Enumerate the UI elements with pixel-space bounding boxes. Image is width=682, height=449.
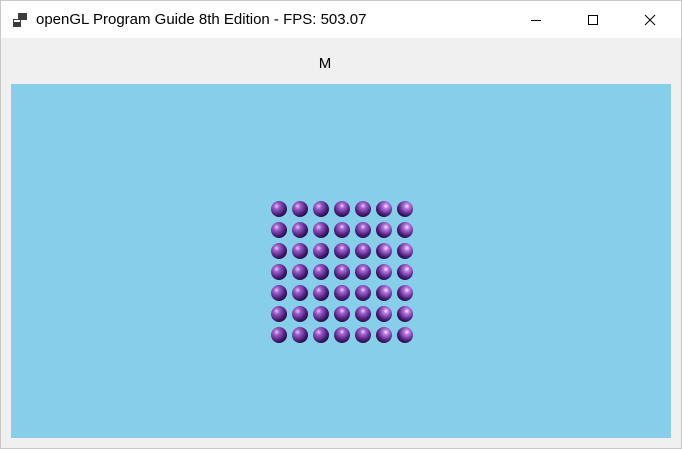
sphere [271, 306, 287, 322]
title-bar[interactable]: openGL Program Guide 8th Edition - FPS: … [1, 1, 681, 38]
sphere [271, 222, 287, 238]
sphere [292, 201, 308, 217]
close-button[interactable] [627, 1, 673, 38]
sphere [313, 264, 329, 280]
sphere [313, 327, 329, 343]
sphere [376, 264, 392, 280]
sphere [292, 285, 308, 301]
sphere [292, 222, 308, 238]
sphere [313, 285, 329, 301]
sphere [355, 327, 371, 343]
sphere [376, 306, 392, 322]
sphere [376, 222, 392, 238]
toolbar-label[interactable]: M [310, 54, 340, 74]
window-title: openGL Program Guide 8th Edition - FPS: … [36, 11, 367, 28]
sphere [376, 327, 392, 343]
sphere [334, 306, 350, 322]
maximize-icon [588, 14, 598, 25]
sphere [271, 327, 287, 343]
sphere [292, 327, 308, 343]
sphere [313, 222, 329, 238]
sphere [292, 264, 308, 280]
app-window: openGL Program Guide 8th Edition - FPS: … [0, 0, 682, 449]
sphere [334, 201, 350, 217]
sphere [334, 264, 350, 280]
sphere [271, 243, 287, 259]
sphere [355, 243, 371, 259]
opengl-viewport[interactable] [11, 84, 671, 438]
sphere [355, 201, 371, 217]
sphere [397, 306, 413, 322]
sphere [313, 243, 329, 259]
app-window-icon [13, 13, 27, 27]
maximize-button[interactable] [570, 1, 616, 38]
sphere [334, 243, 350, 259]
sphere [334, 327, 350, 343]
minimize-button[interactable] [513, 1, 559, 38]
sphere [397, 222, 413, 238]
sphere [397, 201, 413, 217]
sphere [397, 243, 413, 259]
sphere [271, 285, 287, 301]
sphere-grid [271, 201, 413, 343]
sphere [397, 327, 413, 343]
sphere [355, 222, 371, 238]
sphere [376, 201, 392, 217]
sphere [334, 222, 350, 238]
sphere [292, 306, 308, 322]
sphere [355, 264, 371, 280]
sphere [355, 306, 371, 322]
sphere [313, 306, 329, 322]
sphere [376, 243, 392, 259]
sphere [292, 243, 308, 259]
sphere [397, 264, 413, 280]
close-icon [644, 14, 656, 25]
minimize-icon [531, 19, 541, 21]
sphere [271, 201, 287, 217]
sphere [376, 285, 392, 301]
sphere [397, 285, 413, 301]
sphere [271, 264, 287, 280]
sphere [313, 201, 329, 217]
sphere [355, 285, 371, 301]
sphere [334, 285, 350, 301]
